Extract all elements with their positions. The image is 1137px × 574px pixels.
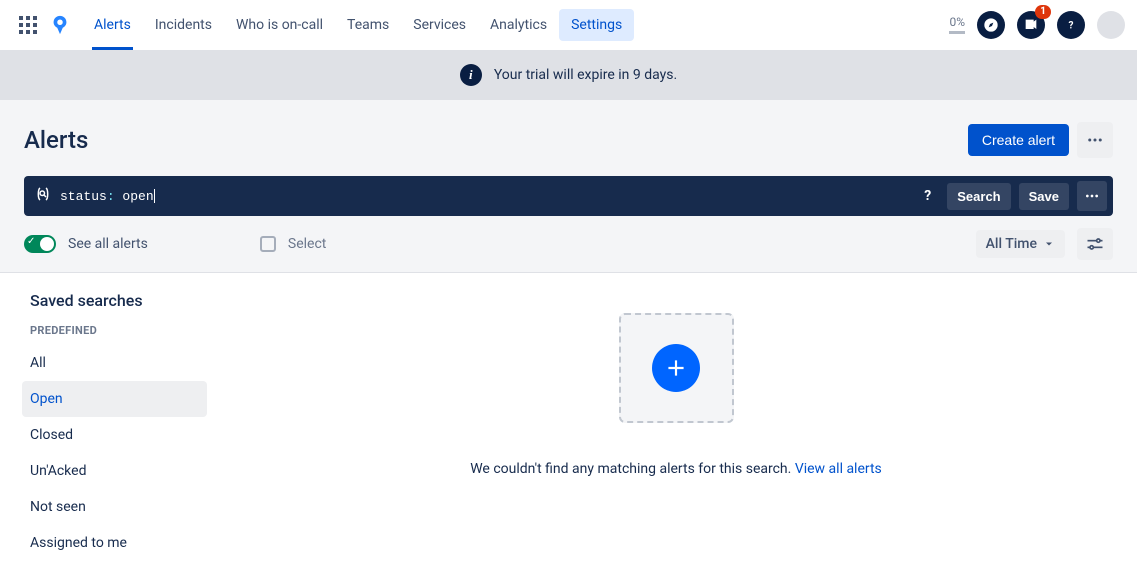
select-all-checkbox[interactable] bbox=[260, 236, 276, 252]
save-search-button[interactable]: Save bbox=[1019, 183, 1069, 210]
filter-settings-button[interactable] bbox=[1077, 228, 1113, 260]
sidebar-item-assigned[interactable]: Assigned to me bbox=[0, 525, 215, 561]
empty-illustration bbox=[619, 313, 734, 423]
page-header: Alerts Create alert bbox=[0, 100, 1137, 176]
more-actions-button[interactable] bbox=[1077, 122, 1113, 158]
nav-tab-settings[interactable]: Settings bbox=[559, 9, 634, 41]
sidebar-item-closed[interactable]: Closed bbox=[0, 417, 215, 453]
sidebar-item-notseen[interactable]: Not seen bbox=[0, 489, 215, 525]
main-content: Saved searches PREDEFINED All Open Close… bbox=[0, 273, 1137, 574]
sidebar-subheader: PREDEFINED bbox=[0, 324, 215, 345]
create-alert-button[interactable]: Create alert bbox=[968, 124, 1069, 156]
see-all-toggle[interactable] bbox=[24, 235, 56, 253]
sidebar-item-open[interactable]: Open bbox=[22, 381, 207, 417]
time-range-dropdown[interactable]: All Time bbox=[976, 230, 1065, 258]
info-icon: i bbox=[460, 64, 482, 86]
sliders-icon bbox=[1085, 234, 1105, 254]
select-label: Select bbox=[288, 236, 326, 252]
sidebar-item-all[interactable]: All bbox=[0, 345, 215, 381]
empty-state: We couldn't find any matching alerts for… bbox=[215, 273, 1137, 574]
notification-badge: 1 bbox=[1035, 5, 1051, 19]
search-key: status bbox=[60, 189, 107, 204]
nav-tab-label: Incidents bbox=[155, 17, 212, 33]
top-navigation: Alerts Incidents Who is on-call Teams Se… bbox=[0, 0, 1137, 50]
nav-tab-teams[interactable]: Teams bbox=[335, 0, 401, 50]
nav-right: 0% 1 ? bbox=[949, 11, 1125, 39]
nav-tab-label: Teams bbox=[347, 17, 389, 33]
empty-message-text: We couldn't find any matching alerts for… bbox=[470, 461, 795, 477]
search-button[interactable]: Search bbox=[947, 183, 1010, 210]
nav-tab-label: Analytics bbox=[490, 17, 547, 33]
sidebar-title: Saved searches bbox=[0, 291, 215, 310]
ellipsis-icon bbox=[1084, 188, 1100, 204]
nav-tabs: Alerts Incidents Who is on-call Teams Se… bbox=[82, 0, 634, 50]
explore-icon[interactable] bbox=[977, 11, 1005, 39]
avatar[interactable] bbox=[1097, 11, 1125, 39]
app-switcher-icon[interactable] bbox=[12, 9, 44, 41]
saved-searches-sidebar: Saved searches PREDEFINED All Open Close… bbox=[0, 273, 215, 574]
nav-tab-label: Alerts bbox=[94, 17, 131, 33]
chevron-down-icon bbox=[1043, 238, 1055, 250]
plus-circle-icon bbox=[652, 344, 700, 392]
notifications-icon[interactable]: 1 bbox=[1017, 11, 1045, 39]
view-all-link[interactable]: View all alerts bbox=[795, 461, 882, 477]
ellipsis-icon bbox=[1086, 131, 1104, 149]
search-help-button[interactable]: ? bbox=[916, 188, 939, 204]
nav-tab-alerts[interactable]: Alerts bbox=[82, 0, 143, 50]
product-logo-icon[interactable] bbox=[44, 9, 76, 41]
see-all-label: See all alerts bbox=[68, 236, 148, 252]
nav-tab-label: Who is on-call bbox=[236, 17, 323, 33]
search-bar[interactable]: status: open ? Search Save bbox=[24, 176, 1113, 216]
list-toolbar: See all alerts Select All Time bbox=[0, 216, 1137, 273]
banner-text: Your trial will expire in 9 days. bbox=[494, 67, 677, 83]
empty-message: We couldn't find any matching alerts for… bbox=[470, 461, 882, 477]
help-icon[interactable]: ? bbox=[1057, 11, 1085, 39]
search-query[interactable]: status: open bbox=[60, 189, 908, 204]
sidebar-item-unacked[interactable]: Un'Acked bbox=[0, 453, 215, 489]
search-more-button[interactable] bbox=[1077, 181, 1107, 211]
progress-indicator[interactable]: 0% bbox=[949, 15, 965, 34]
nav-tab-services[interactable]: Services bbox=[401, 0, 478, 50]
nav-tab-analytics[interactable]: Analytics bbox=[478, 0, 559, 50]
search-value: open bbox=[122, 189, 153, 204]
query-icon bbox=[34, 185, 52, 207]
time-range-label: All Time bbox=[986, 236, 1037, 252]
nav-tab-label: Services bbox=[413, 17, 466, 33]
svg-text:?: ? bbox=[1069, 20, 1074, 31]
nav-tab-incidents[interactable]: Incidents bbox=[143, 0, 224, 50]
nav-tab-label: Settings bbox=[571, 17, 622, 33]
trial-banner: i Your trial will expire in 9 days. bbox=[0, 50, 1137, 100]
page-title: Alerts bbox=[24, 126, 88, 154]
nav-tab-oncall[interactable]: Who is on-call bbox=[224, 0, 335, 50]
